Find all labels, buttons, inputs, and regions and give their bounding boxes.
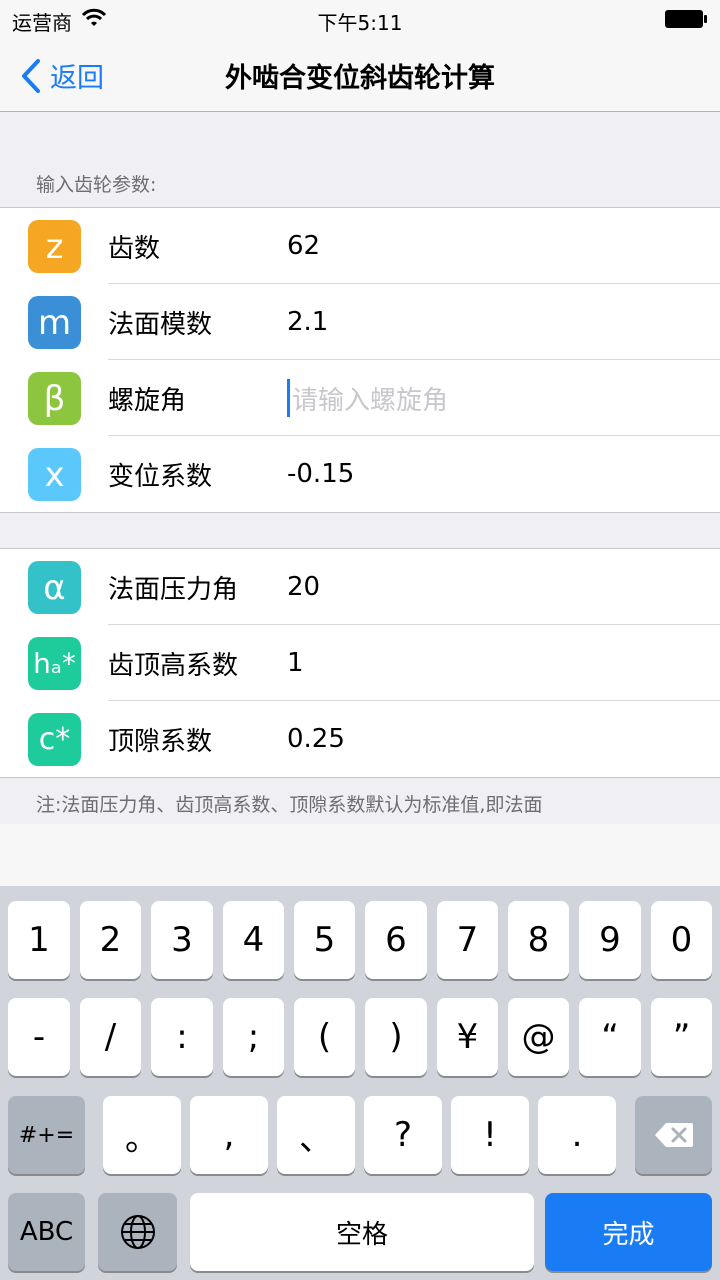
normal-module-label: 法面模数 [108, 309, 213, 340]
key-symbols[interactable]: #+= [8, 1096, 85, 1174]
keyboard: 1 2 3 4 5 6 7 8 9 0 - / : ; ( ) ¥ @ “ ” … [0, 886, 720, 1280]
key-enum-comma[interactable]: 、 [277, 1096, 355, 1174]
key-8[interactable]: 8 [508, 901, 569, 979]
globe-key[interactable] [98, 1193, 177, 1271]
normal-module-row[interactable]: m 法面模数 2.1 [0, 284, 720, 360]
status-bar: 运营商 下午5:11 [0, 0, 720, 40]
pressure-angle-input[interactable]: 20 [287, 572, 320, 602]
keyboard-accessory-bar [0, 824, 720, 888]
text-caret [287, 379, 290, 417]
profile-shift-label: 变位系数 [108, 461, 213, 492]
key-yen[interactable]: ¥ [437, 998, 498, 1076]
page-title: 外啮合变位斜齿轮计算 [225, 63, 495, 94]
space-key[interactable]: 空格 [190, 1193, 534, 1271]
key-hyphen[interactable]: - [8, 998, 70, 1076]
helix-angle-row[interactable]: β 螺旋角 请输入螺旋角 [0, 360, 720, 436]
key-question[interactable]: ? [364, 1096, 442, 1174]
key-0[interactable]: 0 [651, 901, 712, 979]
standard-params-group: α 法面压力角 20 hₐ* 齿顶高系数 1 c* 顶隙系数 0.25 [0, 548, 720, 778]
status-time: 下午5:11 [317, 11, 403, 35]
profile-shift-row[interactable]: x 变位系数 -0.15 [0, 436, 720, 512]
teeth-count-input[interactable]: 62 [287, 231, 320, 261]
clearance-coef-label: 顶隙系数 [108, 726, 213, 757]
key-open-quote[interactable]: “ [579, 998, 641, 1076]
helix-angle-label: 螺旋角 [108, 385, 187, 416]
teeth-count-icon: z [28, 220, 81, 273]
key-1[interactable]: 1 [8, 901, 70, 979]
teeth-count-row[interactable]: z 齿数 62 [0, 208, 720, 284]
normal-module-input[interactable]: 2.1 [287, 307, 328, 337]
key-at[interactable]: @ [508, 998, 569, 1076]
key-4[interactable]: 4 [223, 901, 284, 979]
key-6[interactable]: 6 [365, 901, 427, 979]
profile-shift-input[interactable]: -0.15 [287, 459, 354, 489]
key-abc[interactable]: ABC [8, 1193, 85, 1271]
clearance-coef-icon: c* [28, 713, 81, 766]
globe-icon [120, 1215, 155, 1249]
profile-shift-icon: x [28, 448, 81, 501]
pressure-angle-row[interactable]: α 法面压力角 20 [0, 549, 720, 625]
addendum-coef-icon: hₐ* [28, 637, 81, 690]
key-close-quote[interactable]: ” [651, 998, 712, 1076]
pressure-angle-icon: α [28, 561, 81, 614]
backspace-icon [654, 1123, 693, 1147]
key-period-cjk[interactable]: 。 [103, 1096, 181, 1174]
done-key[interactable]: 完成 [545, 1193, 712, 1271]
key-2[interactable]: 2 [80, 901, 141, 979]
addendum-coef-row[interactable]: hₐ* 齿顶高系数 1 [0, 625, 720, 701]
key-7[interactable]: 7 [437, 901, 498, 979]
helix-angle-placeholder: 请输入螺旋角 [292, 385, 449, 416]
pressure-angle-label: 法面压力角 [108, 574, 239, 605]
key-open-paren[interactable]: ( [294, 998, 355, 1076]
key-semicolon[interactable]: ; [223, 998, 284, 1076]
key-colon[interactable]: : [151, 998, 213, 1076]
key-slash[interactable]: / [80, 998, 141, 1076]
key-9[interactable]: 9 [579, 901, 641, 979]
clearance-coef-row[interactable]: c* 顶隙系数 0.25 [0, 701, 720, 777]
addendum-coef-label: 齿顶高系数 [108, 650, 239, 681]
delete-key[interactable] [635, 1096, 712, 1174]
helix-angle-icon: β [28, 372, 81, 425]
clearance-coef-input[interactable]: 0.25 [287, 724, 345, 754]
key-period[interactable]: . [538, 1096, 616, 1174]
helix-angle-input[interactable]: 请输入螺旋角 [287, 379, 448, 417]
key-5[interactable]: 5 [294, 901, 355, 979]
addendum-coef-input[interactable]: 1 [287, 648, 304, 678]
key-comma-cjk[interactable]: , [190, 1096, 268, 1174]
key-3[interactable]: 3 [151, 901, 213, 979]
key-close-paren[interactable]: ) [365, 998, 427, 1076]
teeth-count-label: 齿数 [108, 233, 161, 264]
battery-icon [664, 9, 708, 29]
normal-module-icon: m [28, 296, 81, 349]
section-header: 输入齿轮参数: [36, 174, 157, 196]
navigation-bar: 返回 外啮合变位斜齿轮计算 [0, 40, 720, 112]
gear-input-group: z 齿数 62 m 法面模数 2.1 β 螺旋角 请输入螺旋角 x 变位系数 -… [0, 207, 720, 513]
key-exclamation[interactable]: ! [451, 1096, 529, 1174]
note-text: 注:法面压力角、齿顶高系数、顶隙系数默认为标准值,即法面 [36, 794, 543, 816]
